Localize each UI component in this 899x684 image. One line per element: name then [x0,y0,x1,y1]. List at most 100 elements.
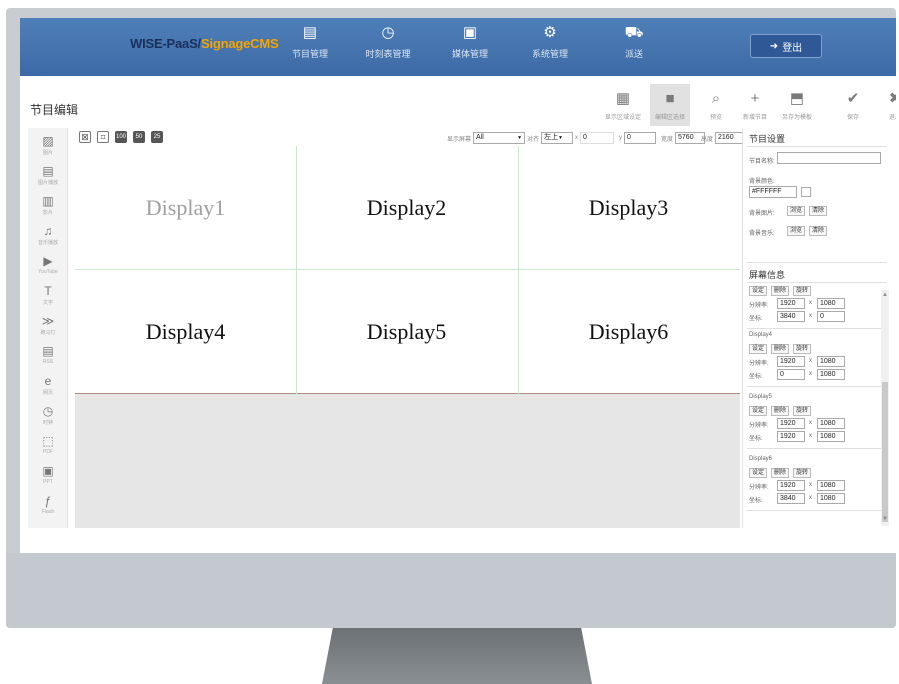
youtube-icon: ▶ [43,254,53,268]
tool-flash[interactable]: ƒ Flash [28,492,68,520]
screen-delete-button[interactable]: 删除 [771,406,790,416]
resolution-height-input[interactable]: 1080 [817,356,845,367]
screen-delete-button[interactable]: 删除 [771,286,790,296]
screen-set-button[interactable]: 设定 [749,468,768,478]
fit-screen-icon[interactable]: ⊠ [79,131,91,143]
tool-video[interactable]: ▥ 影片 [28,192,68,220]
tool-web[interactable]: e 网页 [28,372,68,400]
bg-music-browse-button[interactable]: 浏览 [787,226,806,236]
tool-clock-tool[interactable]: ◷ 时钟 [28,402,68,430]
tool-ppt[interactable]: ▣ PPT [28,462,68,490]
logo-suffix: SignageCMS [200,36,279,51]
offset-label: 坐标: [749,436,763,442]
toolbar-button-preview[interactable]: ⌕ 预览 [696,84,736,126]
resolution-height-input[interactable]: 1080 [817,298,845,309]
display-cell-2[interactable]: Display2 [296,146,517,269]
toolbar-button-grid[interactable]: ▦ 显示区域设定 [603,84,643,126]
toolbar-button-layout[interactable]: ■ 编辑区选择 [650,84,690,126]
tool-label: 时钟 [42,420,53,426]
x-control: x 0 [575,132,614,144]
display-cell-6[interactable]: Display6 [518,270,739,393]
tool-rss[interactable]: ▤ RSS [28,342,68,370]
widget-toolbox: ▨ 图片 ▤ 图片播放 ▥ 影片 ♫ 音乐播放 ▶ YouTube T 文字 ≫ 跑马灯 ▤ RSS e 网页 ◷ 时… [28,128,68,528]
zoom-25-button[interactable]: 25 [151,131,163,143]
screen-set-button[interactable]: 设定 [749,406,768,416]
resolution-width-input[interactable]: 1920 [777,418,805,429]
times-sign: x [809,433,812,439]
offset-y-input[interactable]: 1080 [817,431,845,442]
offset-y-input[interactable]: 1080 [817,493,845,504]
resolution-width-input[interactable]: 1920 [777,298,805,309]
dropdown-arrow-icon: ▼ [517,135,523,141]
screen-rotate-button[interactable]: 旋转 [793,286,812,296]
toolbar-button-close[interactable]: ✖ 退出 [876,84,896,126]
nav-item-1[interactable]: ▤ 节目管理 [280,24,340,60]
tool-slideshow[interactable]: ▤ 图片播放 [28,162,68,190]
bg-image-browse-button[interactable]: 浏览 [787,206,806,216]
y-input[interactable]: 0 [624,132,656,144]
scroll-down-icon[interactable]: ▼ [882,516,888,522]
program-name-input[interactable] [777,152,881,164]
resolution-height-input[interactable]: 1080 [817,480,845,491]
offset-label: 坐标: [749,316,763,322]
scroll-thumb[interactable] [882,382,888,522]
nav-item-2[interactable]: ◷ 时刻表管理 [358,24,418,60]
offset-x-input[interactable]: 1920 [777,431,805,442]
tool-marquee[interactable]: ≫ 跑马灯 [28,312,68,340]
toolbar-button-save-as-template[interactable]: ⬒ 另存为模板 [778,84,816,126]
nav-item-4[interactable]: ⚙ 系统管理 [520,24,580,60]
offset-y-input[interactable]: 1080 [817,369,845,380]
app-logo[interactable]: WISE-PaaS/SignageCMS [130,36,279,51]
height-input[interactable]: 2160 [715,132,744,144]
screen-rotate-button[interactable]: 旋转 [793,468,812,478]
display-filter: 显示屏幕 All ▼ [447,132,526,144]
editing-canvas[interactable]: Display1 Display2 Display3 Display4 Disp… [75,146,740,528]
screen-rotate-button[interactable]: 旋转 [793,406,812,416]
logout-button[interactable]: ➜ 登出 [750,34,822,58]
resolution-height-input[interactable]: 1080 [817,418,845,429]
display-cell-4[interactable]: Display4 [75,270,296,393]
tool-pdf[interactable]: ⬚ PDF [28,432,68,460]
bg-color-input[interactable]: #FFFFFF [749,186,797,198]
nav-item-5[interactable]: ⛟ 派送 [604,24,664,60]
tool-text[interactable]: T 文字 [28,282,68,310]
nav-item-3[interactable]: ▣ 媒体管理 [440,24,500,60]
display-cell-1[interactable]: Display1 [75,146,296,269]
display-filter-select[interactable]: All ▼ [473,132,526,144]
screen-set-button[interactable]: 设定 [749,286,768,296]
screen-list-scrollbar[interactable]: ▲ ▼ [881,290,889,526]
offset-y-input[interactable]: 0 [817,311,845,322]
tool-audio[interactable]: ♫ 音乐播放 [28,222,68,250]
resolution-width-input[interactable]: 1920 [777,356,805,367]
canvas-toolbar: ⊠ ⌗ 100 50 25 显示屏幕 All ▼ 对齐 左上▼ x 0 y 0 … [75,128,744,146]
screen-set-button[interactable]: 设定 [749,344,768,354]
screen-delete-button[interactable]: 删除 [771,344,790,354]
display-cell-3[interactable]: Display3 [518,146,739,269]
offset-x-input[interactable]: 0 [777,369,805,380]
offset-x-input[interactable]: 3840 [777,311,805,322]
tool-image[interactable]: ▨ 图片 [28,132,68,160]
divider [747,146,887,147]
zoom-100-button[interactable]: 100 [115,131,127,143]
zoom-50-button[interactable]: 50 [133,131,145,143]
bg-music-clear-button[interactable]: 清除 [809,226,828,236]
screen-rotate-button[interactable]: 旋转 [793,344,812,354]
resolution-width-input[interactable]: 1920 [777,480,805,491]
screen-delete-button[interactable]: 删除 [771,468,790,478]
screen-list[interactable]: 设定 删除 旋转 分辨率: 1920 x 1080 坐标: 3840 x 0 Display4 设定 删除… [743,286,893,526]
x-input[interactable]: 0 [580,132,614,144]
offset-x-input[interactable]: 3840 [777,493,805,504]
display-grid: Display1 Display2 Display3 Display4 Disp… [75,146,740,394]
actual-size-icon[interactable]: ⌗ [97,131,109,143]
display-cell-5[interactable]: Display5 [296,270,517,393]
scroll-up-icon[interactable]: ▲ [882,292,888,298]
times-sign: x [809,313,812,319]
color-picker-swatch[interactable] [801,187,811,197]
monitor-bezel: WISE-PaaS/SignageCMS ▤ 节目管理 ◷ 时刻表管理 ▣ 媒体管理 ⚙ 系统… [6,8,896,628]
bg-image-clear-button[interactable]: 清除 [809,206,828,216]
tool-youtube[interactable]: ▶ YouTube [28,252,68,280]
toolbar-button-add[interactable]: + 新增节目 [736,84,774,126]
align-select[interactable]: 左上▼ [541,132,574,144]
toolbar-button-check[interactable]: ✔ 保存 [834,84,872,126]
save-as-template-icon: ⬒ [789,89,805,107]
